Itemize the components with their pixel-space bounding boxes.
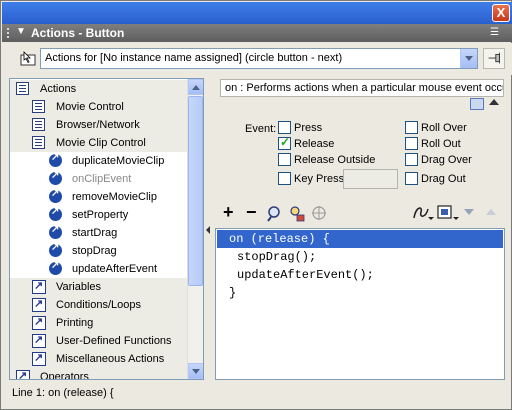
pin-script-icon[interactable] — [483, 48, 505, 69]
action-icon — [49, 170, 62, 185]
tree-item-updateafterevent[interactable]: updateAfterEvent — [10, 260, 188, 278]
move-down-icon[interactable] — [463, 207, 475, 217]
chevron-down-icon[interactable] — [460, 49, 477, 68]
window-title-bar[interactable]: X — [2, 2, 512, 24]
category-icon — [32, 351, 46, 366]
actions-panel-window: X ▼ Actions - Button ☰ Actions for [No i… — [0, 0, 512, 410]
action-icon — [49, 152, 62, 167]
add-action-button[interactable]: + — [223, 202, 234, 222]
key-press-input[interactable] — [343, 169, 398, 189]
tree-item-movie-clip-control[interactable]: Movie Clip Control — [10, 134, 188, 152]
script-line[interactable]: stopDrag(); — [217, 248, 503, 266]
checkbox-drag-out[interactable] — [405, 172, 418, 185]
collapse-left-arrow-icon[interactable] — [206, 226, 210, 234]
target-row: Actions for [No instance name assigned] … — [2, 43, 512, 75]
tree-item-stopdrag[interactable]: stopDrag — [10, 242, 188, 260]
panel-options-menu-icon[interactable]: ☰ — [490, 27, 504, 39]
find-icon[interactable] — [265, 205, 283, 223]
panel-collapse-arrow-icon[interactable]: ▼ — [16, 26, 26, 37]
tree-item-printing[interactable]: Printing — [10, 314, 188, 332]
panel-grip-icon[interactable] — [7, 28, 11, 38]
checkbox-release-label: Release — [294, 138, 335, 150]
checkbox-release[interactable] — [278, 135, 291, 150]
checkbox-key-press[interactable] — [278, 172, 291, 185]
scroll-thumb[interactable] — [188, 96, 203, 286]
checkbox-roll-over[interactable] — [405, 121, 418, 134]
debug-options-icon[interactable] — [411, 204, 435, 222]
tree-item-user-defined-functions[interactable]: User-Defined Functions — [10, 332, 188, 350]
tree-scrollbar[interactable] — [187, 79, 203, 379]
script-editor[interactable]: on (release) { stopDrag(); updateAfterEv… — [215, 228, 505, 380]
panel-title: Actions - Button — [31, 26, 125, 40]
checkbox-roll-out-label: Roll Out — [421, 138, 461, 150]
action-icon — [49, 224, 62, 239]
status-bar: Line 1: on (release) { — [9, 383, 505, 403]
checkbox-release-outside[interactable] — [278, 153, 291, 166]
actions-toolbox-tree[interactable]: Actions Movie Control Browser/Network Mo… — [9, 78, 204, 380]
checkbox-roll-over-label: Roll Over — [421, 122, 467, 134]
collapse-params-icon[interactable] — [489, 99, 499, 105]
actions-target-dropdown[interactable]: Actions for [No instance name assigned] … — [40, 48, 478, 69]
script-line[interactable]: } — [217, 284, 503, 302]
tree-item-miscellaneous-actions[interactable]: Miscellaneous Actions — [10, 350, 188, 368]
book-icon — [32, 118, 45, 131]
script-line[interactable]: updateAfterEvent(); — [217, 266, 503, 284]
delete-action-button[interactable]: − — [246, 202, 257, 222]
tree-item-removemovieclip[interactable]: removeMovieClip — [10, 188, 188, 206]
checkbox-release-outside-label: Release Outside — [294, 154, 376, 166]
checkbox-press-label: Press — [294, 122, 323, 134]
script-line[interactable]: on (release) { — [217, 230, 503, 248]
category-icon — [32, 297, 46, 312]
checkbox-roll-out[interactable] — [405, 137, 418, 150]
action-icon — [49, 242, 62, 257]
status-text: Line 1: on (release) { — [12, 387, 114, 399]
reference-book-icon[interactable] — [470, 98, 484, 110]
checkbox-key-press-label: Key Press: — [294, 173, 348, 185]
action-description: on : Performs actions when a particular … — [220, 79, 504, 97]
move-up-icon[interactable] — [485, 207, 497, 217]
checkbox-drag-over-label: Drag Over — [421, 154, 472, 166]
tree-item-operators[interactable]: Operators — [10, 368, 188, 379]
category-icon — [16, 369, 30, 379]
book-icon — [16, 82, 29, 95]
tree-item-variables[interactable]: Variables — [10, 278, 188, 296]
tree-item-duplicatemovieclip[interactable]: duplicateMovieClip — [10, 152, 188, 170]
view-options-icon[interactable] — [436, 204, 460, 222]
event-label: Event: — [245, 123, 277, 135]
category-icon — [32, 279, 46, 294]
panel-header[interactable]: ▼ Actions - Button ☰ — [2, 24, 512, 42]
button-symbol-icon — [20, 51, 36, 66]
category-icon — [32, 315, 46, 330]
tree-item-setproperty[interactable]: setProperty — [10, 206, 188, 224]
tree-item-movie-control[interactable]: Movie Control — [10, 98, 188, 116]
scroll-down-icon[interactable] — [188, 363, 203, 379]
category-icon — [32, 333, 46, 348]
book-icon — [32, 100, 45, 113]
action-icon — [49, 206, 62, 221]
tree-item-onclipevent[interactable]: onClipEvent — [10, 170, 188, 188]
action-icon — [49, 260, 62, 275]
replace-icon[interactable] — [288, 205, 306, 223]
actions-target-text: Actions for [No instance name assigned] … — [45, 52, 343, 64]
book-open-icon — [32, 136, 45, 149]
scroll-up-icon[interactable] — [188, 79, 203, 95]
checkbox-drag-over[interactable] — [405, 153, 418, 166]
tree-item-startdrag[interactable]: startDrag — [10, 224, 188, 242]
close-window-button[interactable]: X — [492, 4, 510, 22]
checkbox-press[interactable] — [278, 121, 291, 134]
tree-item-actions[interactable]: Actions — [10, 80, 188, 98]
action-icon — [49, 188, 62, 203]
checkbox-drag-out-label: Drag Out — [421, 173, 466, 185]
tree-item-conditions-loops[interactable]: Conditions/Loops — [10, 296, 188, 314]
insert-target-path-icon[interactable] — [311, 205, 327, 221]
tree-item-browser-network[interactable]: Browser/Network — [10, 116, 188, 134]
